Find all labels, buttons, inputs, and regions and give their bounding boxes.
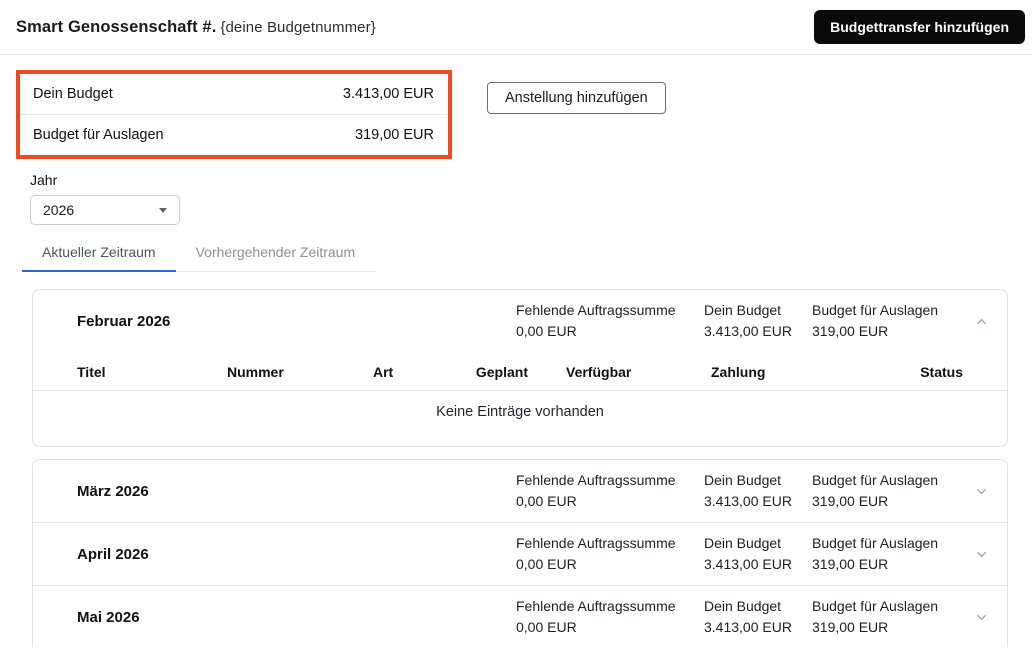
stat-value: 319,00 EUR — [812, 491, 962, 512]
stat-value: 319,00 EUR — [812, 554, 962, 575]
stat-label: Budget für Auslagen — [812, 300, 962, 321]
budget-label: Budget für Auslagen — [33, 127, 164, 143]
stat-label: Fehlende Auftragssumme — [516, 533, 688, 554]
column-header-status: Status — [813, 356, 963, 390]
year-select-value: 2026 — [43, 202, 74, 218]
stat-label: Fehlende Auftragssumme — [516, 300, 688, 321]
tab-aktueller-zeitraum[interactable]: Aktueller Zeitraum — [22, 235, 176, 271]
stat-budget-auslagen: Budget für Auslagen 319,00 EUR — [812, 533, 962, 575]
month-stats: Fehlende Auftragssumme 0,00 EUR Dein Bud… — [516, 300, 962, 342]
page-title-placeholder: {deine Budgetnummer} — [220, 19, 375, 36]
stat-label: Budget für Auslagen — [812, 533, 962, 554]
budgettransfer-hinzufuegen-button[interactable]: Budgettransfer hinzufügen — [814, 10, 1025, 44]
year-select[interactable]: 2026 — [30, 195, 180, 225]
main-content: Dein Budget 3.413,00 EUR Budget für Ausl… — [0, 55, 1032, 647]
budget-label: Dein Budget — [33, 86, 113, 102]
stat-value: 0,00 EUR — [516, 554, 688, 575]
month-title: Mai 2026 — [77, 609, 140, 626]
stat-label: Fehlende Auftragssumme — [516, 596, 688, 617]
month-stats: Fehlende Auftragssumme 0,00 EUR Dein Bud… — [516, 470, 962, 512]
anstellung-hinzufuegen-button[interactable]: Anstellung hinzufügen — [487, 82, 666, 114]
empty-state-message: Keine Einträge vorhanden — [33, 391, 1007, 446]
stat-value: 0,00 EUR — [516, 617, 688, 638]
stat-label: Dein Budget — [704, 470, 796, 491]
budget-value: 3.413,00 EUR — [343, 86, 434, 102]
stat-dein-budget: Dein Budget 3.413,00 EUR — [704, 533, 796, 575]
month-header[interactable]: Februar 2026 Fehlende Auftragssumme 0,00… — [33, 290, 1007, 352]
month-row-april[interactable]: April 2026 Fehlende Auftragssumme 0,00 E… — [33, 522, 1007, 585]
month-row-mai[interactable]: Mai 2026 Fehlende Auftragssumme 0,00 EUR… — [33, 585, 1007, 647]
column-header-art: Art — [373, 356, 428, 390]
month-title: Februar 2026 — [77, 313, 170, 330]
page-title-main: Smart Genossenschaft #. — [16, 18, 216, 36]
budget-row-auslagen: Budget für Auslagen 319,00 EUR — [20, 114, 448, 155]
stat-label: Dein Budget — [704, 533, 796, 554]
budget-row-dein-budget: Dein Budget 3.413,00 EUR — [20, 74, 448, 114]
stat-fehlende-auftragssumme: Fehlende Auftragssumme 0,00 EUR — [516, 596, 688, 638]
stat-dein-budget: Dein Budget 3.413,00 EUR — [704, 470, 796, 512]
page-title: Smart Genossenschaft #.{deine Budgetnumm… — [16, 18, 376, 37]
period-tabs: Aktueller Zeitraum Vorhergehender Zeitra… — [22, 235, 375, 272]
month-card-expanded: Februar 2026 Fehlende Auftragssumme 0,00… — [32, 289, 1008, 447]
column-header-titel: Titel — [77, 356, 227, 390]
stat-value: 0,00 EUR — [516, 491, 688, 512]
stat-label: Dein Budget — [704, 300, 796, 321]
year-filter-label: Jahr — [30, 172, 1032, 188]
chevron-down-icon[interactable] — [974, 610, 989, 625]
stat-fehlende-auftragssumme: Fehlende Auftragssumme 0,00 EUR — [516, 470, 688, 512]
month-stats: Fehlende Auftragssumme 0,00 EUR Dein Bud… — [516, 596, 962, 638]
month-stats: Fehlende Auftragssumme 0,00 EUR Dein Bud… — [516, 533, 962, 575]
stat-budget-auslagen: Budget für Auslagen 319,00 EUR — [812, 470, 962, 512]
caret-down-icon — [159, 208, 167, 213]
column-header-geplant: Geplant — [428, 356, 528, 390]
stat-budget-auslagen: Budget für Auslagen 319,00 EUR — [812, 596, 962, 638]
budget-summary-row: Dein Budget 3.413,00 EUR Budget für Ausl… — [16, 70, 1032, 159]
stat-label: Budget für Auslagen — [812, 470, 962, 491]
stat-value: 0,00 EUR — [516, 321, 688, 342]
stat-value: 3.413,00 EUR — [704, 321, 796, 342]
month-title: April 2026 — [77, 546, 149, 563]
stat-dein-budget: Dein Budget 3.413,00 EUR — [704, 300, 796, 342]
stat-fehlende-auftragssumme: Fehlende Auftragssumme 0,00 EUR — [516, 300, 688, 342]
stat-dein-budget: Dein Budget 3.413,00 EUR — [704, 596, 796, 638]
tab-vorhergehender-zeitraum[interactable]: Vorhergehender Zeitraum — [176, 235, 376, 271]
month-row-maerz[interactable]: März 2026 Fehlende Auftragssumme 0,00 EU… — [33, 460, 1007, 522]
column-header-nummer: Nummer — [227, 356, 373, 390]
stat-label: Dein Budget — [704, 596, 796, 617]
collapsed-months-list: März 2026 Fehlende Auftragssumme 0,00 EU… — [32, 459, 1008, 647]
stat-value: 3.413,00 EUR — [704, 554, 796, 575]
column-header-zahlung: Zahlung — [673, 356, 813, 390]
chevron-up-icon[interactable] — [974, 314, 989, 329]
stat-fehlende-auftragssumme: Fehlende Auftragssumme 0,00 EUR — [516, 533, 688, 575]
stat-label: Fehlende Auftragssumme — [516, 470, 688, 491]
stat-value: 319,00 EUR — [812, 617, 962, 638]
stat-budget-auslagen: Budget für Auslagen 319,00 EUR — [812, 300, 962, 342]
entries-table-header: Titel Nummer Art Geplant Verfügbar Zahlu… — [33, 356, 1007, 390]
app-header: Smart Genossenschaft #.{deine Budgetnumm… — [0, 0, 1032, 55]
stat-value: 3.413,00 EUR — [704, 491, 796, 512]
chevron-down-icon[interactable] — [974, 547, 989, 562]
stat-label: Budget für Auslagen — [812, 596, 962, 617]
column-header-verfuegbar: Verfügbar — [528, 356, 673, 390]
stat-value: 3.413,00 EUR — [704, 617, 796, 638]
budget-summary-box-annotated: Dein Budget 3.413,00 EUR Budget für Ausl… — [16, 70, 452, 159]
stat-value: 319,00 EUR — [812, 321, 962, 342]
chevron-down-icon[interactable] — [974, 484, 989, 499]
month-title: März 2026 — [77, 483, 149, 500]
budget-value: 319,00 EUR — [355, 127, 434, 143]
